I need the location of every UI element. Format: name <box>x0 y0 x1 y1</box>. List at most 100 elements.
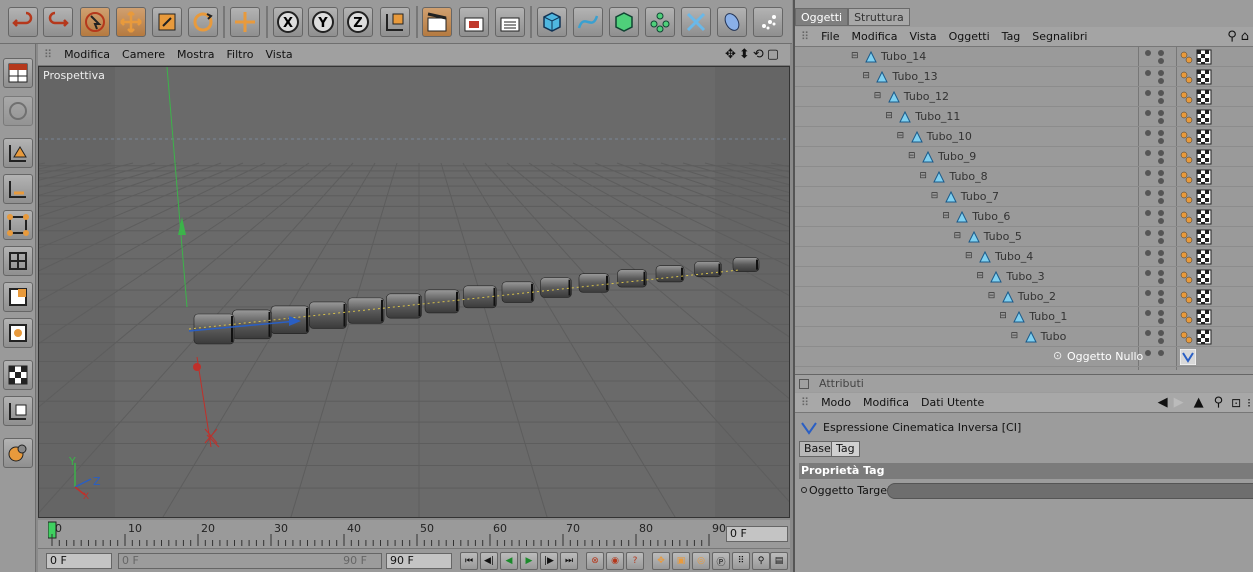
tag-icons[interactable] <box>1180 69 1212 85</box>
tree-item-label[interactable]: Tubo_6 <box>972 210 1010 223</box>
scale-icon[interactable] <box>152 7 182 37</box>
obj-menu-vista[interactable]: Vista <box>909 30 936 43</box>
tree-row[interactable]: ⊟ Tubo_2 <box>795 287 1253 307</box>
move-alt-icon[interactable] <box>230 7 260 37</box>
collapse-icon[interactable]: ⊟ <box>1011 331 1019 341</box>
rotate-icon[interactable] <box>188 7 218 37</box>
visibility-render-dot[interactable] <box>1158 298 1164 304</box>
tree-item-label[interactable]: Tubo_11 <box>915 110 960 123</box>
visibility-render-dot[interactable] <box>1158 250 1164 256</box>
timeline-end-field[interactable]: 0 F <box>726 526 788 542</box>
obj-menu-oggetti[interactable]: Oggetti <box>949 30 990 43</box>
collapse-icon[interactable]: ⊟ <box>851 51 859 61</box>
tree-item-label[interactable]: Tubo <box>1041 330 1067 343</box>
lock-icon[interactable]: ⊡ <box>1231 396 1241 410</box>
tree-row[interactable]: ⊟ Tubo_11 <box>795 107 1253 127</box>
search-icon[interactable]: ⚲ <box>1227 29 1237 44</box>
z-axis-icon[interactable]: Z <box>343 7 373 37</box>
tree-item-label[interactable]: Tubo_2 <box>1018 290 1056 303</box>
tree-row[interactable]: ⊟ Tubo_10 <box>795 127 1253 147</box>
visibility-render-dot[interactable] <box>1158 50 1164 56</box>
visibility-editor-dot[interactable] <box>1145 110 1151 116</box>
visibility-render-dot[interactable] <box>1158 238 1164 244</box>
deformer-icon[interactable] <box>681 7 711 37</box>
model-mode-icon[interactable] <box>3 96 33 126</box>
visibility-render-dot[interactable] <box>1158 150 1164 156</box>
axis-mode-icon[interactable] <box>3 174 33 204</box>
x-axis-icon[interactable]: X <box>273 7 303 37</box>
collapse-icon[interactable]: ⊟ <box>919 171 927 181</box>
viewport-menu-modifica[interactable]: Modifica <box>64 48 110 61</box>
collapse-icon[interactable]: ⊟ <box>988 291 996 301</box>
collapse-icon[interactable]: ⊟ <box>897 131 905 141</box>
visibility-render-dot[interactable] <box>1158 258 1164 264</box>
tree-item-label[interactable]: Tubo_14 <box>881 50 926 63</box>
ik-tag-icon[interactable] <box>1180 349 1196 365</box>
tree-row[interactable]: ⊟ Tubo_14 <box>795 47 1253 67</box>
tree-item-label-null[interactable]: Oggetto Nullo <box>1067 350 1143 363</box>
tree-row[interactable]: ⊟ Tubo_7 <box>795 187 1253 207</box>
prev-frame-icon[interactable]: ◀| <box>480 552 498 570</box>
tree-item-label[interactable]: Tubo_10 <box>927 130 972 143</box>
visibility-render-dot[interactable] <box>1158 290 1164 296</box>
collapse-icon[interactable]: ⊟ <box>874 91 882 101</box>
polygons-mode-icon[interactable] <box>3 282 33 312</box>
tree-row[interactable]: ⊟ Tubo_8 <box>795 167 1253 187</box>
tag-icons[interactable] <box>1180 169 1212 185</box>
visibility-editor-dot[interactable] <box>1145 330 1151 336</box>
current-frame-field[interactable]: 0 F <box>46 553 112 569</box>
visibility-editor-dot[interactable] <box>1145 350 1151 356</box>
tab-struttura[interactable]: Struttura <box>848 8 910 26</box>
visibility-render-dot[interactable] <box>1158 90 1164 96</box>
key-rotate-icon[interactable]: ◎ <box>692 552 710 570</box>
render-settings-icon[interactable] <box>495 7 525 37</box>
up-arrow-icon[interactable]: ▲ <box>1194 395 1204 410</box>
visibility-render-dot[interactable] <box>1158 310 1164 316</box>
obj-menu-tag[interactable]: Tag <box>1002 30 1021 43</box>
render-pv-icon[interactable] <box>459 7 489 37</box>
visibility-editor-dot[interactable] <box>1145 310 1151 316</box>
select-icon[interactable] <box>80 7 110 37</box>
visibility-render-dot[interactable] <box>1158 98 1164 104</box>
visibility-render-dot[interactable] <box>1158 190 1164 196</box>
subtab-tag[interactable]: Tag <box>831 441 860 457</box>
tag-icons[interactable] <box>1180 289 1212 305</box>
viewport-perspective[interactable]: Y Z X Prospettiva <box>38 66 790 518</box>
visibility-editor-dot[interactable] <box>1145 50 1151 56</box>
cube-icon[interactable] <box>537 7 567 37</box>
visibility-render-dot[interactable] <box>1158 230 1164 236</box>
timeline[interactable]: 0 10 20 30 40 50 60 70 80 90 0 F <box>38 520 790 548</box>
viewport-nav-icons[interactable]: ✥⬍⟲▢ <box>725 47 782 62</box>
visibility-editor-dot[interactable] <box>1145 210 1151 216</box>
object-axis-icon[interactable] <box>3 138 33 168</box>
next-frame-icon[interactable]: |▶ <box>540 552 558 570</box>
visibility-render-dot[interactable] <box>1158 270 1164 276</box>
go-start-icon[interactable]: ⏮ <box>460 552 478 570</box>
attr-menu-dati-utente[interactable]: Dati Utente <box>921 396 984 409</box>
tree-item-label[interactable]: Tubo_1 <box>1029 310 1067 323</box>
forward-arrow-icon[interactable]: ▶ <box>1174 395 1184 410</box>
tree-row[interactable]: ⊟ Tubo_5 <box>795 227 1253 247</box>
key-settings-icon[interactable]: ▤ <box>770 552 788 570</box>
collapse-icon[interactable]: ⊟ <box>965 251 973 261</box>
scene-icon[interactable] <box>717 7 747 37</box>
sculpt-icon[interactable] <box>3 438 33 468</box>
keyframe-help-icon[interactable]: ? <box>626 552 644 570</box>
tree-row[interactable]: ⊟ Tubo_1 <box>795 307 1253 327</box>
array-icon[interactable] <box>645 7 675 37</box>
tab-oggetti[interactable]: Oggetti <box>795 8 849 26</box>
tree-row-null[interactable]: ⊙ Oggetto Nullo <box>795 347 1253 367</box>
tree-item-label[interactable]: Tubo_4 <box>995 250 1033 263</box>
tag-icons[interactable] <box>1180 149 1212 165</box>
timeline-ruler[interactable]: 0 10 20 30 40 50 60 70 80 90 <box>48 520 738 548</box>
tag-icons[interactable] <box>1180 49 1212 65</box>
visibility-editor-dot[interactable] <box>1145 70 1151 76</box>
visibility-render-dot[interactable] <box>1158 330 1164 336</box>
visibility-editor-dot[interactable] <box>1145 170 1151 176</box>
play-backward-icon[interactable]: ◀ <box>500 552 518 570</box>
collapse-icon[interactable]: ⊟ <box>908 151 916 161</box>
undo-icon[interactable] <box>8 7 38 37</box>
play-forward-icon[interactable]: ▶ <box>520 552 538 570</box>
collapse-icon[interactable]: ⊟ <box>885 111 893 121</box>
tree-row[interactable]: ⊟ Tubo_9 <box>795 147 1253 167</box>
